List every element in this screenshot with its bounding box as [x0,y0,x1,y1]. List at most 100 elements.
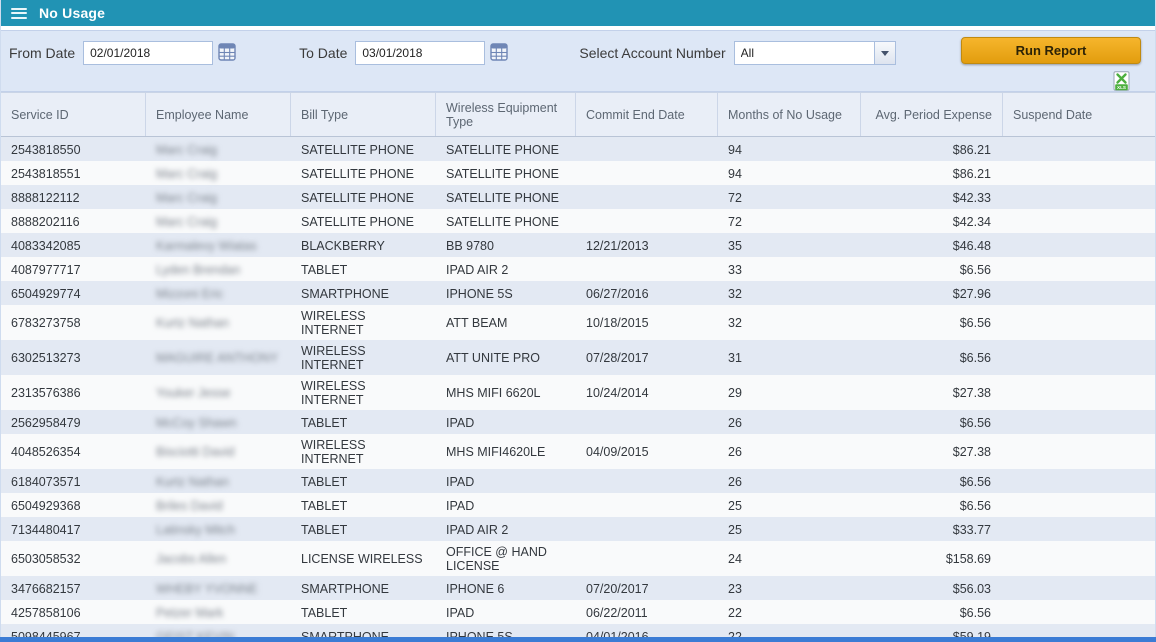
table-row[interactable]: 4083342085 Karmalevy Wiatas BLACKBERRY B… [1,233,1156,257]
cell-commit-end-date [576,185,718,209]
table-row[interactable]: 4257858106 Petzer Mark TABLET IPAD 06/22… [1,600,1156,624]
cell-months-no-usage: 72 [718,185,861,209]
cell-months-no-usage: 22 [718,624,861,637]
page-title: No Usage [39,5,105,21]
cell-commit-end-date [576,161,718,185]
cell-commit-end-date: 06/27/2016 [576,281,718,305]
to-date-calendar-icon[interactable] [489,43,509,63]
cell-employee-name: Briles David [146,493,291,517]
cell-commit-end-date: 07/20/2017 [576,576,718,600]
table-header-row: Service ID Employee Name Bill Type Wirel… [1,93,1156,137]
col-header-service-id[interactable]: Service ID [1,93,146,136]
cell-bill-type: SMARTPHONE [291,576,436,600]
cell-suspend-date [1003,624,1156,637]
run-report-button[interactable]: Run Report [961,37,1141,64]
cell-employee-name: Petzer Mark [146,600,291,624]
table-row[interactable]: 8888122112 Marc Craig SATELLITE PHONE SA… [1,185,1156,209]
table-row[interactable]: 6783273758 Kurtz Nathan WIRELESS INTERNE… [1,305,1156,340]
table-row[interactable]: 6184073571 Kurtz Nathan TABLET IPAD 26 $… [1,469,1156,493]
col-header-commit-end-date[interactable]: Commit End Date [576,93,718,136]
cell-equipment-type: MHS MIFI4620LE [436,434,576,469]
cell-suspend-date [1003,375,1156,410]
to-date-group: To Date [299,41,509,65]
table-row[interactable]: 2543818550 Marc Craig SATELLITE PHONE SA… [1,137,1156,161]
account-number-select[interactable] [734,41,896,65]
col-header-avg-expense[interactable]: Avg. Period Expense [861,93,1003,136]
cell-months-no-usage: 26 [718,410,861,434]
from-date-calendar-icon[interactable] [217,43,237,63]
cell-employee-name: Lyden Brendan [146,257,291,281]
cell-equipment-type: IPHONE 5S [436,624,576,637]
filter-panel: From Date To Date [1,30,1155,92]
col-header-bill-type[interactable]: Bill Type [291,93,436,136]
cell-employee-name: McCoy Shawn [146,410,291,434]
col-header-equipment-type[interactable]: Wireless Equipment Type [436,93,576,136]
col-header-employee-name[interactable]: Employee Name [146,93,291,136]
table-row[interactable]: 5098445967 GEIST KEVIN SMARTPHONE IPHONE… [1,624,1156,637]
cell-employee-name: MAGUIRE ANTHONY [146,340,291,375]
cell-bill-type: TABLET [291,600,436,624]
cell-months-no-usage: 94 [718,137,861,161]
cell-employee-name: WHEBY YVONNE [146,576,291,600]
cell-avg-period-expense: $6.56 [861,469,1003,493]
cell-bill-type: WIRELESS INTERNET [291,375,436,410]
cell-bill-type: TABLET [291,469,436,493]
to-date-label: To Date [299,45,347,61]
cell-months-no-usage: 32 [718,281,861,305]
cell-service-id: 2543818551 [1,161,146,185]
cell-service-id: 8888202116 [1,209,146,233]
bottom-scroll-border[interactable] [0,637,1156,642]
cell-avg-period-expense: $6.56 [861,257,1003,281]
cell-suspend-date [1003,434,1156,469]
account-select-value[interactable] [734,41,874,65]
no-usage-table: Service ID Employee Name Bill Type Wirel… [1,92,1156,637]
table-row[interactable]: 7134480417 Latinsky Mitch TABLET IPAD AI… [1,517,1156,541]
table-row[interactable]: 2543818551 Marc Craig SATELLITE PHONE SA… [1,161,1156,185]
table-row[interactable]: 6302513273 MAGUIRE ANTHONY WIRELESS INTE… [1,340,1156,375]
cell-suspend-date [1003,137,1156,161]
cell-equipment-type: SATELLITE PHONE [436,185,576,209]
table-row[interactable]: 6504929774 Mizzoni Eric SMARTPHONE IPHON… [1,281,1156,305]
cell-months-no-usage: 25 [718,493,861,517]
cell-suspend-date [1003,305,1156,340]
cell-service-id: 3476682157 [1,576,146,600]
export-excel-icon[interactable]: XLS [1113,71,1131,92]
cell-suspend-date [1003,517,1156,541]
from-date-input[interactable] [83,41,213,65]
cell-bill-type: LICENSE WIRELESS [291,541,436,576]
chevron-down-icon[interactable] [874,41,896,65]
to-date-input[interactable] [355,41,485,65]
table-row[interactable]: 2313576386 Youker Jesse WIRELESS INTERNE… [1,375,1156,410]
table-row[interactable]: 4048526354 Bisciotti David WIRELESS INTE… [1,434,1156,469]
col-header-suspend-date[interactable]: Suspend Date [1003,93,1156,136]
cell-avg-period-expense: $6.56 [861,600,1003,624]
table-row[interactable]: 6503058532 Jacobs Allen LICENSE WIRELESS… [1,541,1156,576]
cell-service-id: 6302513273 [1,340,146,375]
cell-service-id: 4257858106 [1,600,146,624]
cell-equipment-type: IPHONE 5S [436,281,576,305]
cell-months-no-usage: 72 [718,209,861,233]
cell-suspend-date [1003,541,1156,576]
cell-equipment-type: ATT BEAM [436,305,576,340]
cell-bill-type: TABLET [291,410,436,434]
cell-commit-end-date: 10/24/2014 [576,375,718,410]
table-row[interactable]: 6504929368 Briles David TABLET IPAD 25 $… [1,493,1156,517]
cell-months-no-usage: 29 [718,375,861,410]
hamburger-menu-icon[interactable] [11,8,27,19]
table-row[interactable]: 8888202116 Marc Craig SATELLITE PHONE SA… [1,209,1156,233]
cell-commit-end-date [576,137,718,161]
cell-suspend-date [1003,233,1156,257]
cell-employee-name: Marc Craig [146,185,291,209]
table-row[interactable]: 2562958479 McCoy Shawn TABLET IPAD 26 $6… [1,410,1156,434]
cell-bill-type: TABLET [291,493,436,517]
cell-months-no-usage: 25 [718,517,861,541]
cell-equipment-type: IPHONE 6 [436,576,576,600]
cell-months-no-usage: 26 [718,469,861,493]
table-row[interactable]: 4087977717 Lyden Brendan TABLET IPAD AIR… [1,257,1156,281]
cell-suspend-date [1003,281,1156,305]
cell-service-id: 2543818550 [1,137,146,161]
col-header-months-no-usage[interactable]: Months of No Usage [718,93,861,136]
cell-employee-name: Marc Craig [146,137,291,161]
cell-service-id: 6783273758 [1,305,146,340]
table-row[interactable]: 3476682157 WHEBY YVONNE SMARTPHONE IPHON… [1,576,1156,600]
